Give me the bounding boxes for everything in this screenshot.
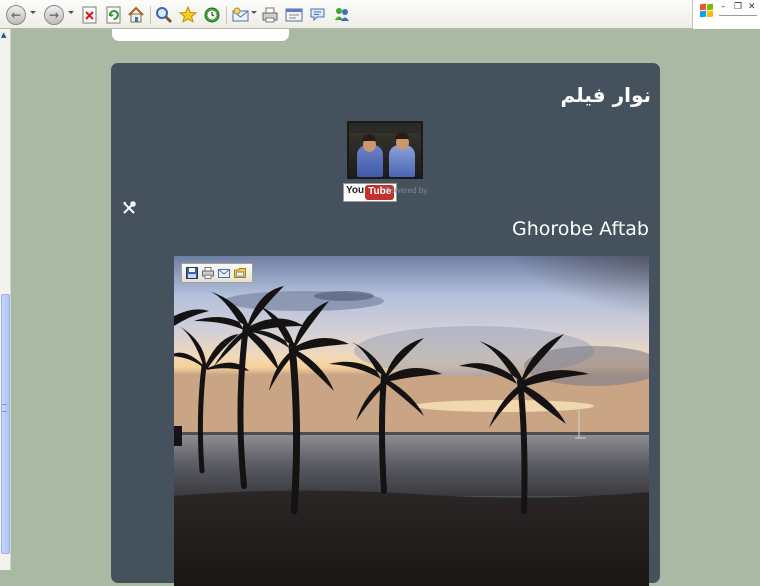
window-divider [719,15,757,16]
open-folder-button[interactable] [233,266,247,280]
folder-icon [234,268,246,278]
history-button[interactable] [202,5,222,25]
back-button[interactable]: ← [6,5,26,25]
home-button[interactable] [126,5,146,25]
vertical-scrollbar[interactable]: ▲ [0,29,11,570]
back-icon: ← [10,8,22,22]
sunset-photo [174,256,649,586]
print-image-button[interactable] [201,266,215,280]
edit-icon [285,8,303,22]
refresh-icon [106,6,121,24]
video-thumbnail[interactable] [347,121,423,179]
stop-icon [82,6,97,24]
favorites-button[interactable] [178,5,198,25]
mail-button[interactable] [231,5,251,25]
minimize-icon[interactable]: – [721,2,726,12]
save-image-button[interactable] [185,266,199,280]
print-icon [262,7,278,23]
back-dropdown-icon[interactable] [30,11,36,14]
mail-dropdown-icon[interactable] [251,11,257,14]
toolbar-separator [226,6,227,24]
edit-button[interactable] [284,5,304,25]
print-icon [202,267,214,279]
search-button[interactable] [154,5,174,25]
stop-button[interactable] [80,5,100,25]
email-image-button[interactable] [217,266,231,280]
history-icon [204,7,220,23]
scrollbar-grip-icon [2,404,7,412]
sunset-photo-image [174,256,649,586]
favorites-icon [179,6,197,24]
toolbar-separator [150,6,151,24]
powered-by-text: Powered by [385,186,428,195]
close-icon[interactable]: ✕ [748,2,756,12]
image-toolbar [181,263,253,283]
windows-logo-icon [700,3,714,18]
refresh-button[interactable] [104,5,124,25]
tools-icon[interactable] [122,201,136,215]
post-title: Ghorobe Aftab [511,218,649,240]
discuss-icon [310,8,325,22]
scroll-up-icon[interactable]: ▲ [1,31,6,39]
forward-dropdown-icon[interactable] [68,11,74,14]
forward-button[interactable]: → [44,5,64,25]
messenger-button[interactable] [332,5,352,25]
mail-icon [218,269,230,278]
messenger-icon [335,8,349,21]
home-icon [128,6,144,23]
discuss-button[interactable] [308,5,328,25]
restore-icon[interactable]: ❐ [734,2,742,12]
search-icon [156,7,173,24]
scrollbar-thumb[interactable] [1,294,10,554]
browser-toolbar: ← → – ❐ ✕ [0,0,760,29]
mail-icon [232,7,249,22]
top-content-panel [112,29,289,41]
sidebar-widget-panel: نوار فیلم You Tube Powered by Ghorobe Af… [111,63,660,586]
windows-throbber: – ❐ ✕ [692,0,760,29]
widget-title: نوار فیلم [560,83,652,107]
save-icon [186,267,198,279]
print-button[interactable] [260,5,280,25]
forward-icon: → [48,8,60,22]
